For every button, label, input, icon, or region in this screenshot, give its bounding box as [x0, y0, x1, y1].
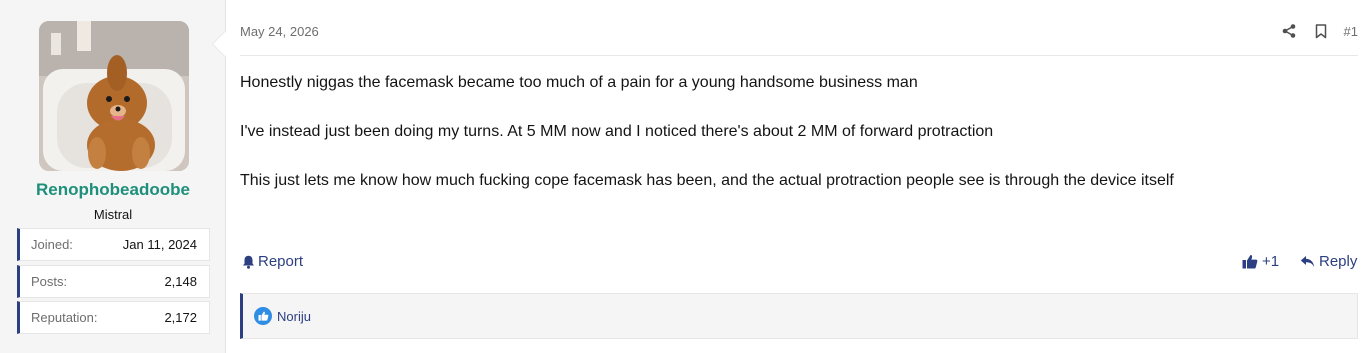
reaction-users[interactable]: Noriju: [277, 309, 311, 324]
stat-label: Reputation:: [31, 310, 98, 325]
message-paragraph: Honestly niggas the facemask became too …: [240, 74, 918, 91]
message-paragraph: I've instead just been doing my turns. A…: [240, 123, 994, 140]
share-icon[interactable]: [1280, 22, 1298, 40]
post-date[interactable]: May 24, 2026: [240, 24, 319, 39]
reactions-bar: Noriju: [240, 293, 1358, 339]
reply-button[interactable]: Reply: [1300, 253, 1357, 270]
report-button[interactable]: Report: [242, 253, 303, 270]
like-icon: [254, 307, 272, 325]
stat-value[interactable]: 2,148: [164, 274, 197, 289]
thumbs-up-icon: [1242, 255, 1258, 269]
stat-label: Posts:: [31, 274, 68, 289]
stat-label: Joined:: [31, 237, 73, 252]
message-actions: #1: [1280, 22, 1358, 40]
react-button[interactable]: +1: [1242, 253, 1279, 270]
message-body: Honestly niggas the facemask became too …: [240, 73, 1358, 220]
user-sidebar: Renophobeadoobe Mistral Joined: Jan 11, …: [0, 0, 226, 353]
reply-label: Reply: [1319, 253, 1358, 270]
bell-icon: [243, 255, 254, 269]
stat-reputation: Reputation: 2,172: [17, 301, 210, 334]
message-paragraph: This just lets me know how much fucking …: [240, 172, 1174, 189]
sidebar-pointer: [212, 30, 226, 58]
stat-joined: Joined: Jan 11, 2024: [17, 228, 210, 261]
avatar-image: [39, 21, 189, 171]
message-header: May 24, 2026 #1: [240, 22, 1358, 56]
post-number[interactable]: #1: [1344, 24, 1358, 39]
stat-posts: Posts: 2,148: [17, 265, 210, 298]
report-label: Report: [258, 253, 304, 270]
stat-value: 2,172: [164, 310, 197, 325]
react-label: +1: [1262, 253, 1280, 270]
avatar[interactable]: [39, 21, 189, 171]
forum-post: Renophobeadoobe Mistral Joined: Jan 11, …: [0, 0, 1367, 353]
bookmark-icon[interactable]: [1312, 22, 1330, 40]
user-title: Mistral: [93, 207, 133, 222]
username[interactable]: Renophobeadoobe: [0, 180, 226, 200]
stat-value: Jan 11, 2024: [122, 237, 197, 252]
reply-icon: [1300, 256, 1315, 267]
